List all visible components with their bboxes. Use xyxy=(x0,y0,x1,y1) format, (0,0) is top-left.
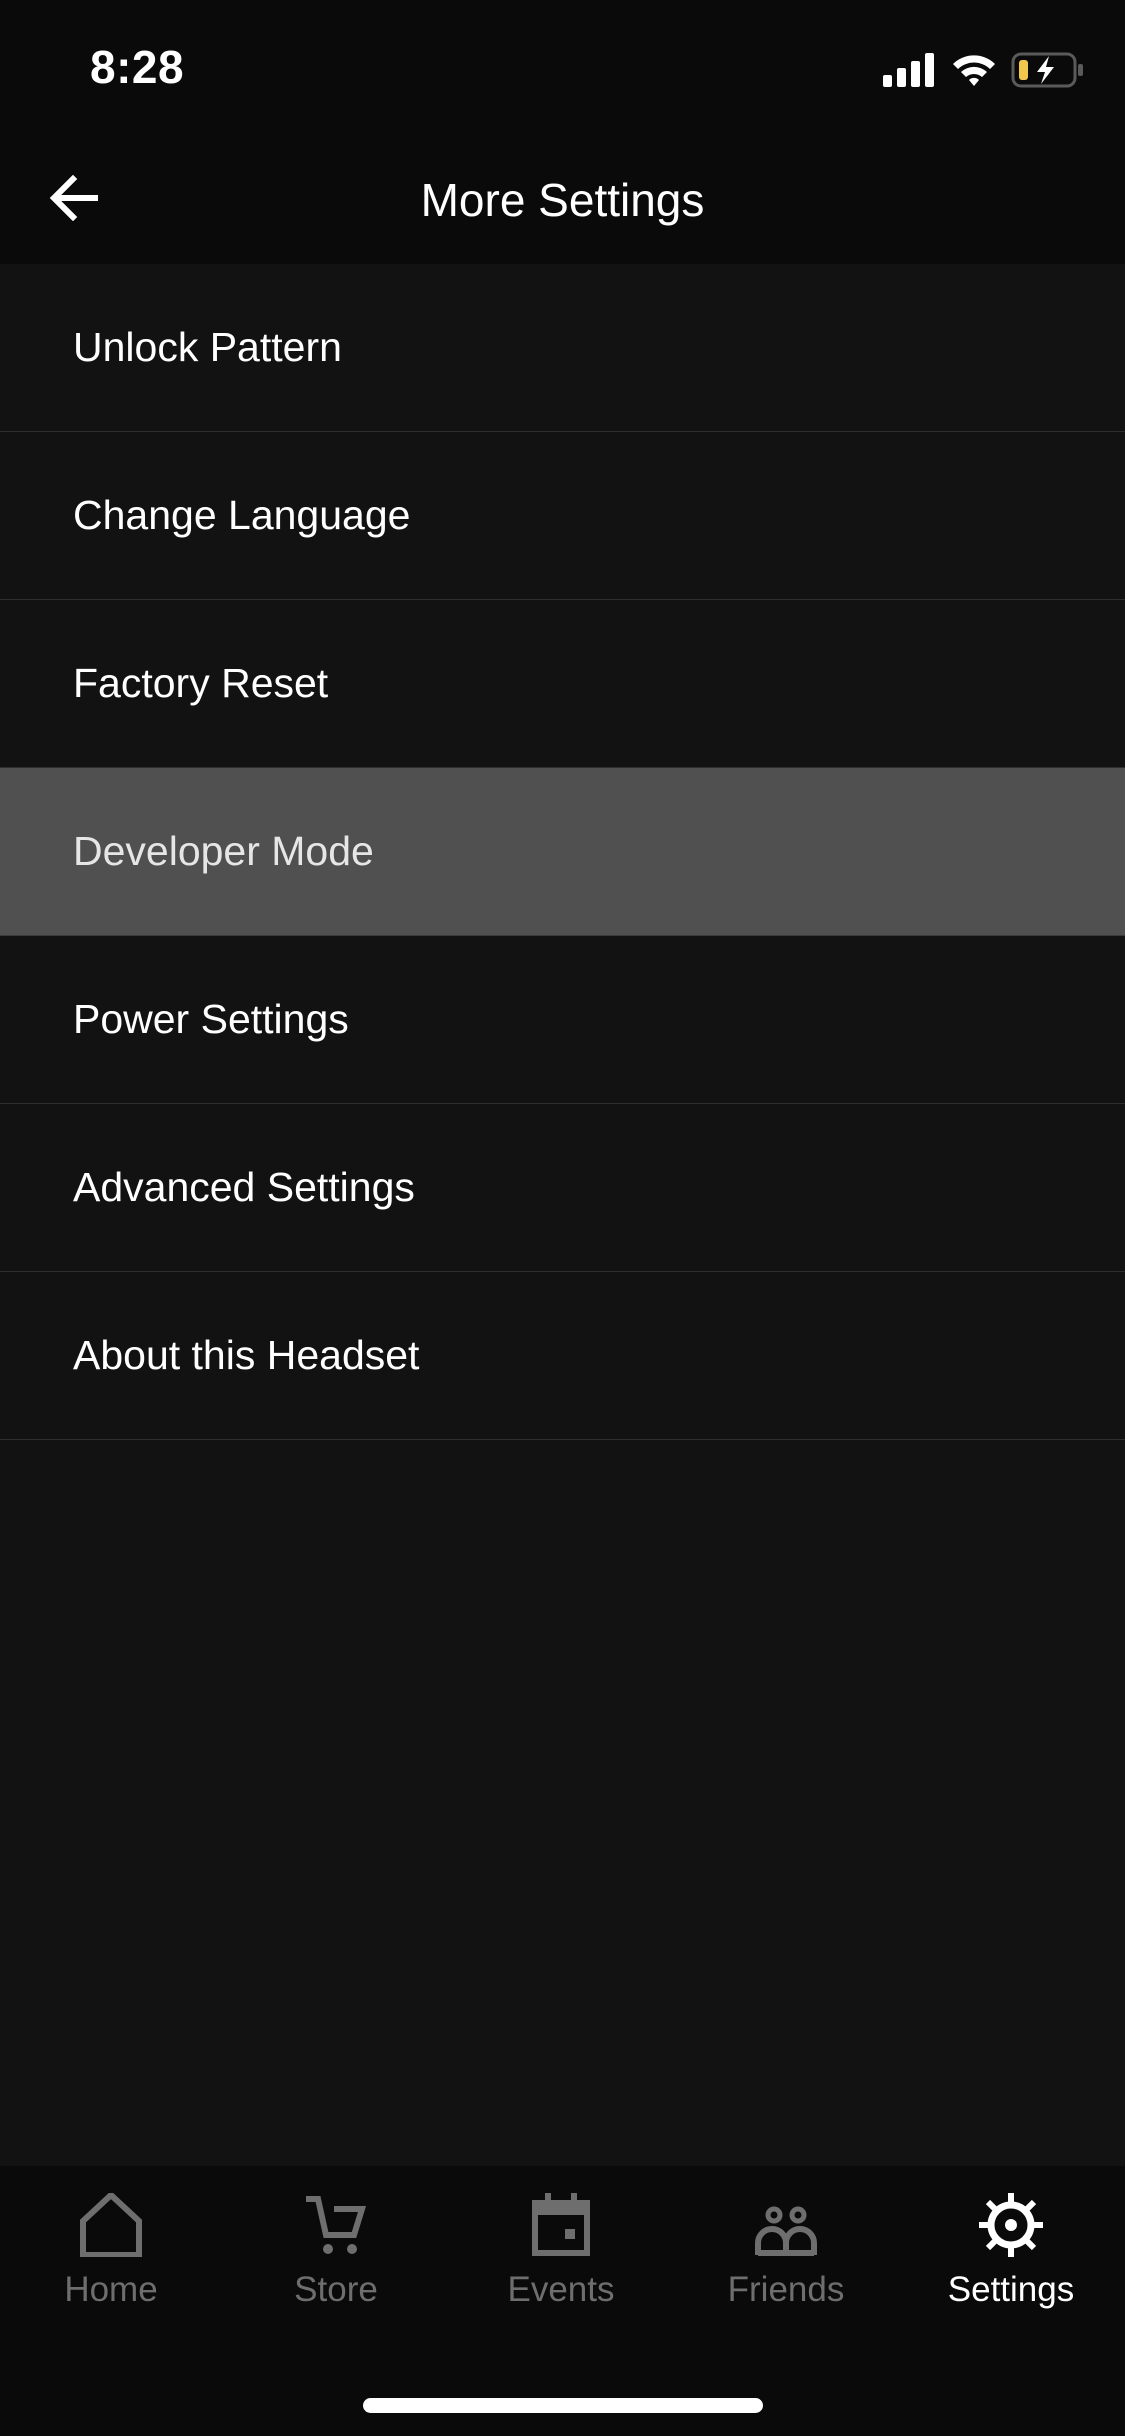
menu-item-label: About this Headset xyxy=(73,1332,420,1378)
tab-label: Events xyxy=(507,2270,615,2309)
friends-icon xyxy=(754,2205,818,2262)
menu-item-label: Factory Reset xyxy=(73,660,329,706)
status-time: 8:28 xyxy=(90,41,185,93)
page-title: More Settings xyxy=(420,174,705,226)
menu-item-factory-reset[interactable]: Factory Reset xyxy=(0,600,1125,768)
battery-charging-icon xyxy=(1011,52,1085,93)
tab-store[interactable]: Store xyxy=(236,2196,436,2326)
header: More Settings xyxy=(0,130,1125,264)
tab-friends[interactable]: Friends xyxy=(686,2196,886,2326)
cart-icon xyxy=(304,2193,368,2262)
menu-item-label: Unlock Pattern xyxy=(73,324,342,370)
tab-label: Friends xyxy=(727,2270,845,2309)
status-bar: 8:28 xyxy=(0,0,1125,130)
home-indicator[interactable] xyxy=(363,2398,763,2413)
menu-item-change-language[interactable]: Change Language xyxy=(0,432,1125,600)
calendar-icon xyxy=(531,2193,591,2262)
tab-label: Home xyxy=(64,2270,158,2309)
home-icon xyxy=(79,2190,143,2262)
gear-icon xyxy=(979,2193,1043,2262)
menu-item-about-headset[interactable]: About this Headset xyxy=(0,1272,1125,1440)
menu-item-label: Change Language xyxy=(73,492,411,538)
menu-item-power-settings[interactable]: Power Settings xyxy=(0,936,1125,1104)
settings-menu: Unlock Pattern Change Language Factory R… xyxy=(0,264,1125,1440)
menu-item-label: Power Settings xyxy=(73,996,349,1042)
menu-item-unlock-pattern[interactable]: Unlock Pattern xyxy=(0,264,1125,432)
menu-item-label: Advanced Settings xyxy=(73,1164,415,1210)
menu-item-advanced-settings[interactable]: Advanced Settings xyxy=(0,1104,1125,1272)
tab-label: Settings xyxy=(947,2270,1075,2309)
wifi-icon xyxy=(951,53,997,92)
status-icons xyxy=(883,52,1085,93)
menu-item-label: Developer Mode xyxy=(73,828,374,874)
signal-icon xyxy=(883,53,937,92)
tab-home[interactable]: Home xyxy=(11,2190,211,2326)
tab-settings[interactable]: Settings xyxy=(911,2193,1111,2326)
bottom-tab-bar: Home Store Events Friends Settings xyxy=(0,2166,1125,2436)
tab-label: Store xyxy=(294,2270,378,2309)
tab-events[interactable]: Events xyxy=(461,2193,661,2326)
menu-item-developer-mode[interactable]: Developer Mode xyxy=(0,768,1125,936)
